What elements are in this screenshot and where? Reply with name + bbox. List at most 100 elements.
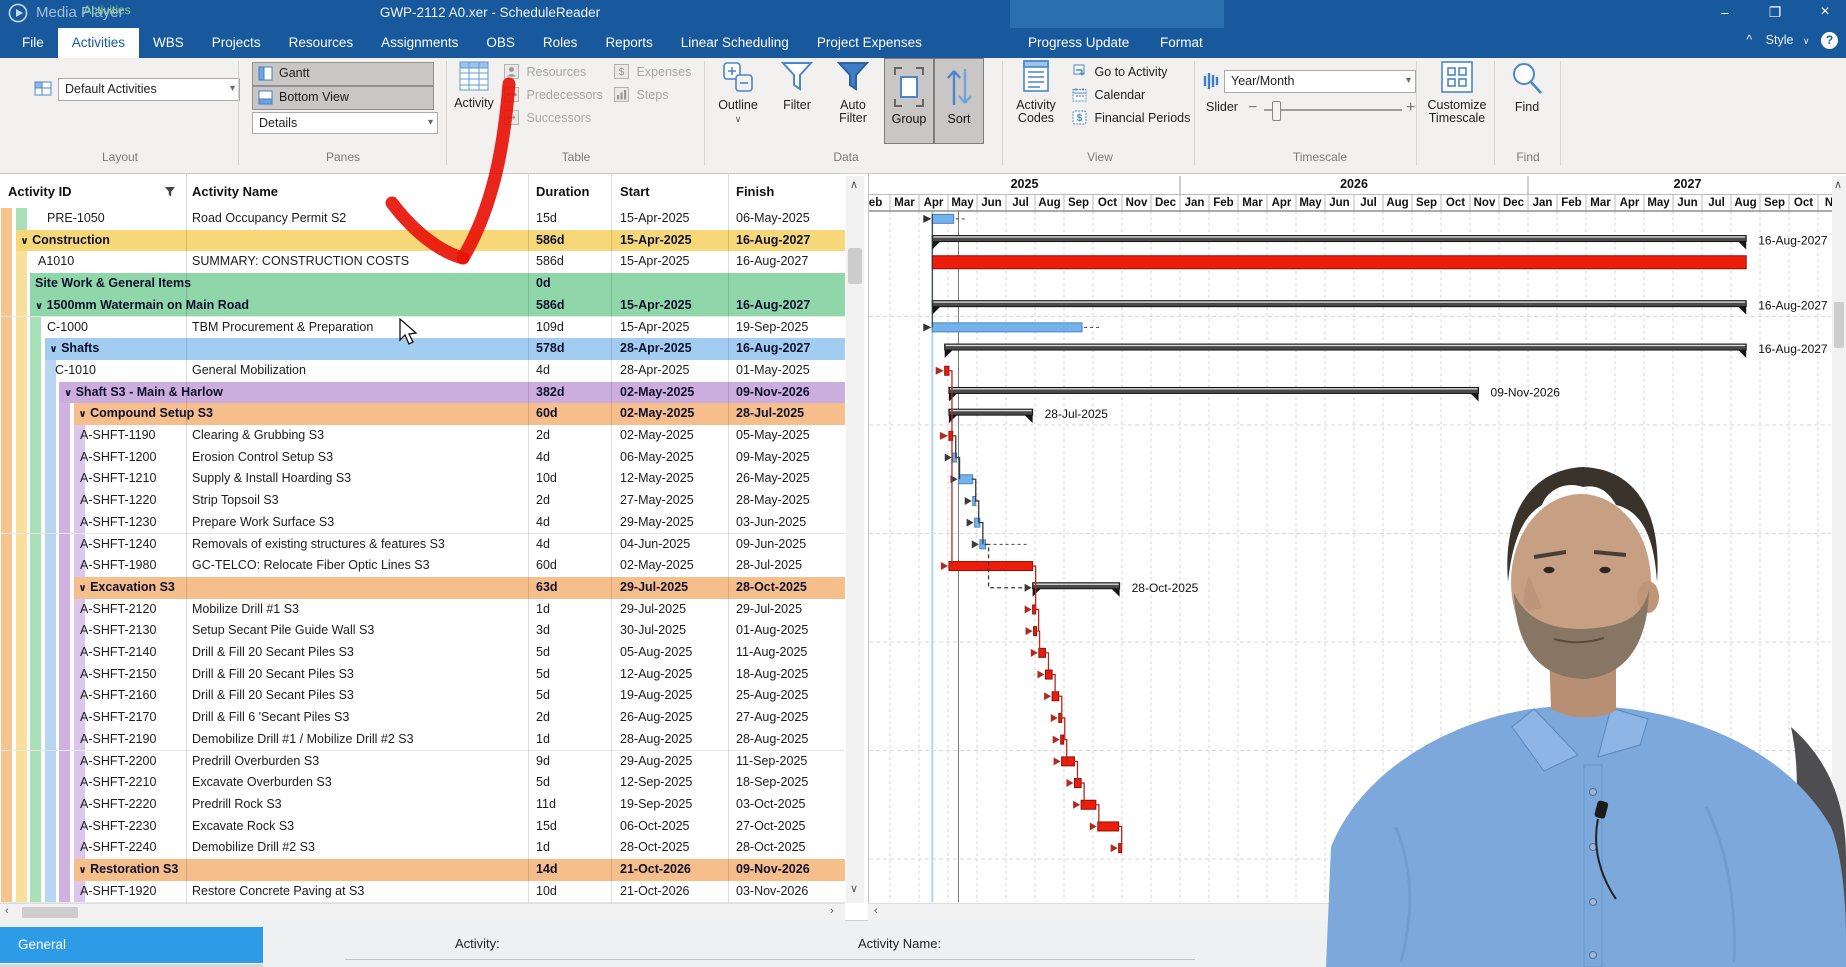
collapse-ribbon-icon[interactable]: ^ bbox=[1746, 33, 1752, 47]
table-row[interactable]: A-SHFT-2240Demobilize Drill #2 S31d28-Oc… bbox=[0, 837, 845, 860]
tab-roles[interactable]: Roles bbox=[529, 28, 592, 58]
steps-button[interactable]: Steps bbox=[614, 87, 668, 109]
tab-assignments[interactable]: Assignments bbox=[367, 28, 472, 58]
table-row[interactable]: C-1000TBM Procurement & Preparation109d1… bbox=[0, 317, 845, 340]
find-button[interactable]: Find bbox=[1502, 60, 1552, 114]
tab-resources[interactable]: Resources bbox=[275, 28, 368, 58]
table-row[interactable]: A1010SUMMARY: CONSTRUCTION COSTS586d15-A… bbox=[0, 251, 845, 274]
help-icon[interactable]: ? bbox=[1821, 32, 1838, 49]
table-row[interactable]: A-SHFT-1210Supply & Install Hoarding S31… bbox=[0, 468, 845, 491]
bottom-details-pane: General Activity: Activity Name: bbox=[0, 920, 1846, 967]
table-row[interactable]: A-SHFT-2210Excavate Overburden S35d12-Se… bbox=[0, 772, 845, 795]
tab-general[interactable]: General bbox=[0, 927, 263, 963]
gantt-chart[interactable]: 202520262027ebMarAprMayJunJulAugSepOctNo… bbox=[868, 173, 1846, 921]
col-duration[interactable]: Duration bbox=[536, 184, 589, 199]
auto-filter-button[interactable]: Auto Filter bbox=[826, 60, 880, 125]
successors-button[interactable]: Successors bbox=[504, 110, 591, 132]
activity-codes-icon bbox=[1020, 60, 1052, 94]
outline-button[interactable]: Outline∨ bbox=[710, 60, 766, 126]
gantt-vscrollbar[interactable]: ∧ bbox=[1832, 176, 1846, 903]
group-toggle[interactable]: Group bbox=[884, 58, 934, 144]
table-row[interactable]: A-SHFT-2130Setup Secant Pile Guide Wall … bbox=[0, 620, 845, 643]
outline-icon bbox=[721, 60, 755, 94]
tab-file[interactable]: File bbox=[8, 28, 58, 58]
table-row[interactable]: PRE-1050Road Occupancy Permit S215d15-Ap… bbox=[0, 208, 845, 231]
table-row[interactable]: A-SHFT-2190Demobilize Drill #1 / Mobiliz… bbox=[0, 729, 845, 752]
table-row[interactable]: A-SHFT-2230Excavate Rock S315d06-Oct-202… bbox=[0, 816, 845, 839]
table-row[interactable]: A-SHFT-2200Predrill Overburden S39d29-Au… bbox=[0, 751, 845, 774]
minimize-button[interactable]: – bbox=[1705, 0, 1745, 24]
gantt-toggle[interactable]: Gantt bbox=[252, 62, 434, 86]
col-activity-id[interactable]: Activity ID bbox=[8, 184, 72, 199]
activity-name-field-label: Activity Name: bbox=[858, 936, 941, 951]
col-finish[interactable]: Finish bbox=[736, 184, 774, 199]
column-filter-icon[interactable] bbox=[164, 186, 176, 198]
layout-select[interactable]: Default Activities▾ bbox=[58, 78, 240, 101]
table-row[interactable]: A-SHFT-2160Drill & Fill 20 Secant Piles … bbox=[0, 685, 845, 708]
go-to-activity-button[interactable]: Go to Activity bbox=[1072, 64, 1167, 86]
resources-button[interactable]: Resources bbox=[504, 64, 586, 86]
slider-track[interactable] bbox=[1264, 109, 1402, 111]
activity-table-icon bbox=[459, 60, 489, 92]
details-select[interactable]: Details▾ bbox=[252, 112, 438, 134]
gantt-bar bbox=[949, 562, 1033, 571]
table-row[interactable]: ∨ Shafts578d28-Apr-202516-Aug-2027 bbox=[0, 338, 845, 361]
tab-progress-update[interactable]: Progress Update bbox=[1014, 28, 1143, 58]
table-row[interactable]: ∨ Excavation S363d29-Jul-202528-Oct-2025 bbox=[0, 577, 845, 600]
table-row[interactable]: A-SHFT-2170Drill & Fill 6 'Secant Piles … bbox=[0, 707, 845, 730]
financial-periods-button[interactable]: $ Financial Periods bbox=[1072, 110, 1190, 132]
col-start[interactable]: Start bbox=[620, 184, 650, 199]
svg-text:eb: eb bbox=[869, 197, 882, 209]
tab-activities[interactable]: Activities bbox=[58, 28, 139, 58]
sort-toggle[interactable]: Sort bbox=[934, 58, 984, 144]
tab-reports[interactable]: Reports bbox=[591, 28, 666, 58]
table-row[interactable]: ∨ Shaft S3 - Main & Harlow382d02-May-202… bbox=[0, 382, 845, 405]
bottom-view-toggle[interactable]: Bottom View bbox=[252, 86, 434, 110]
table-row[interactable]: C-1010General Mobilization4d28-Apr-20250… bbox=[0, 360, 845, 383]
successors-icon bbox=[504, 110, 519, 125]
table-row[interactable]: A-SHFT-1980GC-TELCO: Relocate Fiber Opti… bbox=[0, 555, 845, 578]
gantt-bar bbox=[932, 256, 1746, 269]
table-row[interactable]: A-SHFT-2140Drill & Fill 20 Secant Piles … bbox=[0, 642, 845, 665]
predecessors-button[interactable]: Predecessors bbox=[504, 87, 603, 109]
style-button[interactable]: Style bbox=[1766, 33, 1794, 47]
table-row[interactable]: ∨ Construction586d15-Apr-202516-Aug-2027 bbox=[0, 230, 845, 253]
table-row[interactable]: A-SHFT-2150Drill & Fill 20 Secant Piles … bbox=[0, 664, 845, 687]
tab-wbs[interactable]: WBS bbox=[139, 28, 198, 58]
table-row[interactable]: A-SHFT-1200Erosion Control Setup S34d06-… bbox=[0, 447, 845, 470]
table-row[interactable]: ∨ Restoration S314d21-Oct-202609-Nov-202… bbox=[0, 859, 845, 882]
svg-text:2026: 2026 bbox=[1340, 177, 1368, 191]
table-row[interactable]: ∨ Compound Setup S360d02-May-202528-Jul-… bbox=[0, 403, 845, 426]
table-row[interactable]: A-SHFT-2220Predrill Rock S311d19-Sep-202… bbox=[0, 794, 845, 817]
expenses-button[interactable]: $ Expenses bbox=[614, 64, 691, 86]
tab-projects[interactable]: Projects bbox=[198, 28, 275, 58]
customize-timescale-button[interactable]: Customize Timescale bbox=[1422, 60, 1492, 125]
tab-linear-scheduling[interactable]: Linear Scheduling bbox=[667, 28, 803, 58]
style-dropdown-icon[interactable]: ∨ bbox=[1803, 36, 1810, 46]
slider-thumb[interactable] bbox=[1272, 101, 1281, 121]
gantt-hscrollbar[interactable]: ‹ bbox=[868, 903, 1832, 921]
table-row[interactable]: A-SHFT-1240Removals of existing structur… bbox=[0, 534, 845, 557]
activity-codes-button[interactable]: Activity Codes bbox=[1008, 60, 1064, 125]
slider-plus[interactable]: + bbox=[1406, 99, 1415, 117]
table-row[interactable]: A-SHFT-1230Prepare Work Surface S34d29-M… bbox=[0, 512, 845, 535]
table-vscrollbar[interactable]: ∧ ∨ bbox=[846, 176, 864, 903]
slider-minus[interactable]: − bbox=[1248, 99, 1257, 117]
tab-obs[interactable]: OBS bbox=[472, 28, 529, 58]
table-row[interactable]: A-SHFT-1220Strip Topsoil S32d27-May-2025… bbox=[0, 490, 845, 513]
tab-project-expenses[interactable]: Project Expenses bbox=[803, 28, 936, 58]
table-hscrollbar[interactable]: ‹ › bbox=[0, 903, 845, 921]
calendar-button[interactable]: Calendar bbox=[1072, 87, 1145, 109]
restore-button[interactable]: ❐ bbox=[1755, 0, 1795, 24]
table-row[interactable]: A-SHFT-2120Mobilize Drill #1 S31d29-Jul-… bbox=[0, 599, 845, 622]
tab-format[interactable]: Format bbox=[1146, 28, 1217, 58]
col-activity-name[interactable]: Activity Name bbox=[192, 184, 278, 199]
table-row[interactable]: A-SHFT-1190Clearing & Grubbing S32d02-Ma… bbox=[0, 425, 845, 448]
timescale-select[interactable]: Year/Month▾ bbox=[1224, 70, 1416, 93]
table-row[interactable]: Site Work & General Items0d bbox=[0, 273, 845, 296]
table-row[interactable]: ∨ 1500mm Watermain on Main Road586d15-Ap… bbox=[0, 295, 845, 318]
close-button[interactable]: × bbox=[1805, 0, 1845, 24]
activity-button[interactable]: Activity bbox=[450, 60, 498, 110]
table-row[interactable]: A-SHFT-1920Restore Concrete Paving at S3… bbox=[0, 881, 845, 904]
filter-button[interactable]: Filter bbox=[772, 60, 822, 112]
